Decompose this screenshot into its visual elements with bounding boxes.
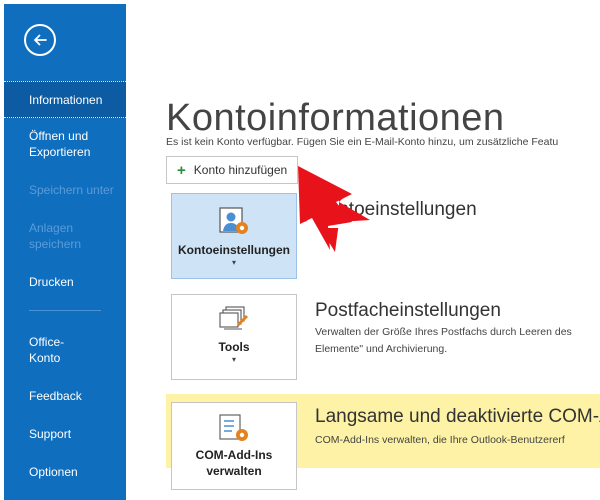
backstage-sidebar: Informationen Öffnen und Exportieren Spe… [4,4,126,500]
account-settings-tile[interactable]: Kontoeinstellungen ▾ [171,193,297,279]
com-addins-tile-label-line2: verwalten [206,464,262,478]
mailbox-settings-desc-line1: Verwalten der Größe Ihres Postfachs durc… [315,326,572,338]
account-settings-icon [219,207,248,234]
mailbox-settings-desc-line2: Elemente" und Archivierung. [315,343,448,355]
sidebar-item-label: Office-Konto [29,335,65,365]
sidebar-item-oeffnen-exportieren[interactable]: Öffnen und Exportieren [4,128,126,160]
add-account-button[interactable]: + Konto hinzufügen [166,156,298,184]
tools-tile-label: Tools [218,340,250,354]
plus-icon: + [177,161,186,179]
tools-tile[interactable]: Tools ▾ [171,294,297,380]
sidebar-item-optionen[interactable]: Optionen [4,464,126,480]
page-title: Kontoinformationen [166,97,505,140]
sidebar-item-label: Anlagen speichern [29,221,82,251]
sidebar-item-support[interactable]: Support [4,426,126,442]
back-arrow-icon [34,34,47,46]
sidebar-item-label: Optionen [29,465,78,479]
no-account-message: Es ist kein Konto verfügbar. Fügen Sie e… [166,136,559,148]
sidebar-item-label: Speichern unter [29,183,114,197]
account-settings-tile-label: Kontoeinstellungen [178,243,290,257]
back-button[interactable] [24,24,56,56]
sidebar-item-speichern-unter: Speichern unter [4,182,126,198]
sidebar-item-anlagen-speichern: Anlagen speichern [4,220,126,252]
sidebar-item-label: Drucken [29,275,74,289]
sidebar-item-informationen[interactable]: Informationen [4,81,126,118]
com-addins-heading: Langsame und deaktivierte COM-A [315,406,600,427]
sidebar-item-drucken[interactable]: Drucken [4,274,126,290]
tools-icon [219,306,249,330]
sidebar-item-label: Feedback [29,389,82,403]
add-account-label: Konto hinzufügen [193,163,288,177]
com-addins-tile[interactable]: COM-Add-Ins verwalten [171,402,297,490]
dropdown-caret-icon: ▾ [231,258,236,267]
com-addins-tile-label-line1: COM-Add-Ins [195,448,273,462]
sidebar-item-feedback[interactable]: Feedback [4,388,126,404]
mailbox-settings-heading: Postfacheinstellungen [315,300,501,321]
sidebar-item-label: Informationen [29,93,103,107]
account-settings-heading: Kontoeinstellungen [315,199,477,220]
sidebar-item-office-konto[interactable]: Office-Konto [4,334,126,366]
sidebar-separator [29,310,101,311]
dropdown-caret-icon: ▾ [231,355,236,364]
sidebar-item-label: Support [29,427,72,441]
account-info-pane: Kontoinformationen Es ist kein Konto ver… [126,4,600,500]
com-addins-desc-line1: COM-Add-Ins verwalten, die Ihre Outlook-… [315,434,565,446]
com-addins-icon [219,414,248,441]
sidebar-item-label: Öffnen und Exportieren [29,129,91,159]
